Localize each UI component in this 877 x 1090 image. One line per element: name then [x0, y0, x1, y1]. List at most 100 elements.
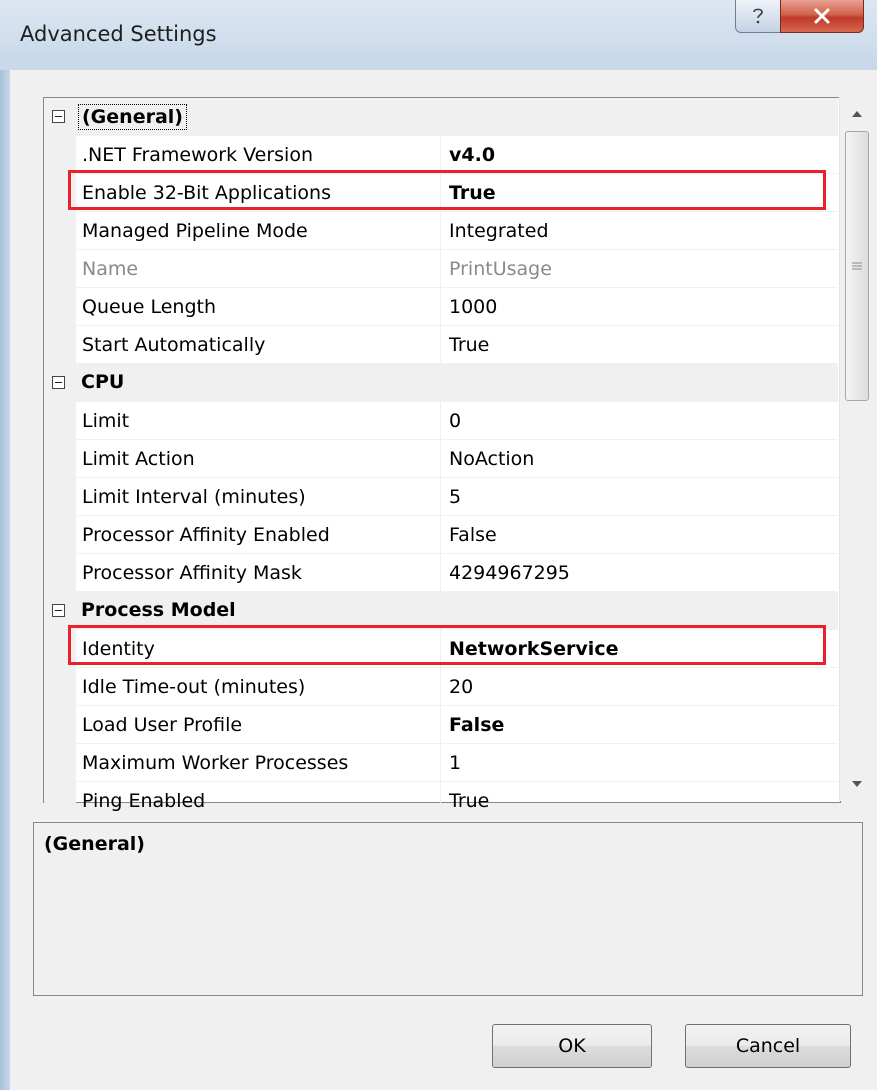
- vertical-scrollbar[interactable]: [839, 97, 874, 801]
- property-value[interactable]: True: [449, 790, 489, 812]
- property-value[interactable]: 1000: [449, 296, 497, 318]
- column-divider[interactable]: [440, 668, 441, 706]
- property-value[interactable]: 20: [449, 676, 473, 698]
- scroll-up-arrow-icon: [852, 111, 862, 117]
- property-row[interactable]: Queue Length 1000: [44, 288, 838, 326]
- property-name: Managed Pipeline Mode: [82, 220, 308, 242]
- property-name: Limit Action: [82, 448, 195, 470]
- column-divider[interactable]: [440, 516, 441, 554]
- column-divider[interactable]: [440, 744, 441, 782]
- property-value: PrintUsage: [449, 258, 552, 280]
- row-gutter: [44, 326, 76, 364]
- scroll-up-button[interactable]: [840, 97, 874, 131]
- property-name: Ping Enabled: [82, 790, 206, 812]
- category-label: Process Model: [81, 599, 236, 621]
- cancel-button[interactable]: Cancel: [685, 1024, 851, 1068]
- column-divider[interactable]: [440, 136, 441, 174]
- property-name: Limit Interval (minutes): [82, 486, 306, 508]
- property-value[interactable]: 4294967295: [449, 562, 570, 584]
- row-gutter: [44, 250, 76, 288]
- question-mark-icon: [753, 8, 763, 24]
- property-row[interactable]: Idle Time-out (minutes) 20: [44, 668, 838, 706]
- row-gutter: [44, 706, 76, 744]
- highlight-box-identity: [68, 625, 826, 665]
- property-name: Maximum Worker Processes: [82, 752, 349, 774]
- help-button[interactable]: [735, 0, 781, 33]
- column-divider[interactable]: [440, 212, 441, 250]
- highlight-box-enable-32-bit: [68, 170, 826, 210]
- property-row[interactable]: Processor Affinity Mask 4294967295: [44, 554, 838, 592]
- column-divider[interactable]: [440, 782, 441, 820]
- row-gutter: [44, 554, 76, 592]
- collapse-toggle-icon[interactable]: [52, 376, 65, 389]
- description-title: (General): [44, 833, 145, 855]
- row-gutter: [44, 516, 76, 554]
- column-divider[interactable]: [440, 440, 441, 478]
- row-gutter: [44, 288, 76, 326]
- row-gutter: [44, 212, 76, 250]
- scroll-thumb[interactable]: [845, 131, 869, 401]
- row-gutter: [44, 744, 76, 782]
- property-name: Name: [82, 258, 139, 280]
- property-row[interactable]: Limit Action NoAction: [44, 440, 838, 478]
- column-divider[interactable]: [440, 326, 441, 364]
- description-pane: (General): [33, 822, 863, 996]
- close-x-icon: [814, 8, 830, 24]
- property-row[interactable]: Limit Interval (minutes) 5: [44, 478, 838, 516]
- property-name: Queue Length: [82, 296, 216, 318]
- property-row[interactable]: Limit 0: [44, 402, 838, 440]
- column-divider[interactable]: [440, 478, 441, 516]
- row-gutter: [44, 440, 76, 478]
- property-row-readonly[interactable]: Name PrintUsage: [44, 250, 838, 288]
- row-gutter: [44, 478, 76, 516]
- property-grid[interactable]: (General) .NET Framework Version v4.0 En…: [43, 97, 841, 820]
- column-divider[interactable]: [440, 250, 441, 288]
- property-name: Processor Affinity Mask: [82, 562, 302, 584]
- property-grid-container: (General) .NET Framework Version v4.0 En…: [43, 97, 874, 820]
- property-row[interactable]: .NET Framework Version v4.0: [44, 136, 838, 174]
- scroll-down-arrow-icon: [852, 781, 862, 787]
- property-row[interactable]: Processor Affinity Enabled False: [44, 516, 838, 554]
- category-general[interactable]: (General): [44, 98, 838, 136]
- property-value[interactable]: True: [449, 334, 489, 356]
- property-value[interactable]: False: [449, 524, 497, 546]
- property-value[interactable]: Integrated: [449, 220, 549, 242]
- row-gutter: [44, 782, 76, 820]
- row-separator: [76, 819, 838, 820]
- property-name: Idle Time-out (minutes): [82, 676, 306, 698]
- property-row[interactable]: Maximum Worker Processes 1: [44, 744, 838, 782]
- property-name: Start Automatically: [82, 334, 266, 356]
- row-gutter: [44, 136, 76, 174]
- collapse-toggle-icon[interactable]: [52, 110, 65, 123]
- scroll-down-button[interactable]: [840, 767, 874, 801]
- close-button[interactable]: [780, 0, 864, 33]
- property-value[interactable]: False: [449, 714, 504, 736]
- column-divider[interactable]: [440, 554, 441, 592]
- property-name: .NET Framework Version: [82, 144, 313, 166]
- row-gutter: [44, 402, 76, 440]
- property-row[interactable]: Managed Pipeline Mode Integrated: [44, 212, 838, 250]
- category-cpu[interactable]: CPU: [44, 364, 838, 402]
- property-value[interactable]: 0: [449, 410, 461, 432]
- window-title: Advanced Settings: [20, 22, 217, 46]
- property-value[interactable]: v4.0: [449, 144, 495, 166]
- scroll-grip-icon: [852, 262, 862, 270]
- column-divider[interactable]: [440, 402, 441, 440]
- collapse-toggle-icon[interactable]: [52, 604, 65, 617]
- property-name: Load User Profile: [82, 714, 243, 736]
- row-gutter: [44, 668, 76, 706]
- title-bar[interactable]: Advanced Settings: [0, 0, 877, 70]
- category-label: CPU: [81, 371, 125, 393]
- property-row[interactable]: Start Automatically True: [44, 326, 838, 364]
- category-label: (General): [78, 104, 187, 130]
- column-divider[interactable]: [440, 288, 441, 326]
- property-name: Limit: [82, 410, 130, 432]
- property-row[interactable]: Ping Enabled True: [44, 782, 838, 820]
- ok-button[interactable]: OK: [492, 1024, 652, 1068]
- property-value[interactable]: NoAction: [449, 448, 534, 470]
- property-row[interactable]: Load User Profile False: [44, 706, 838, 744]
- property-value[interactable]: 1: [449, 752, 461, 774]
- property-value[interactable]: 5: [449, 486, 461, 508]
- property-name: Processor Affinity Enabled: [82, 524, 330, 546]
- column-divider[interactable]: [440, 706, 441, 744]
